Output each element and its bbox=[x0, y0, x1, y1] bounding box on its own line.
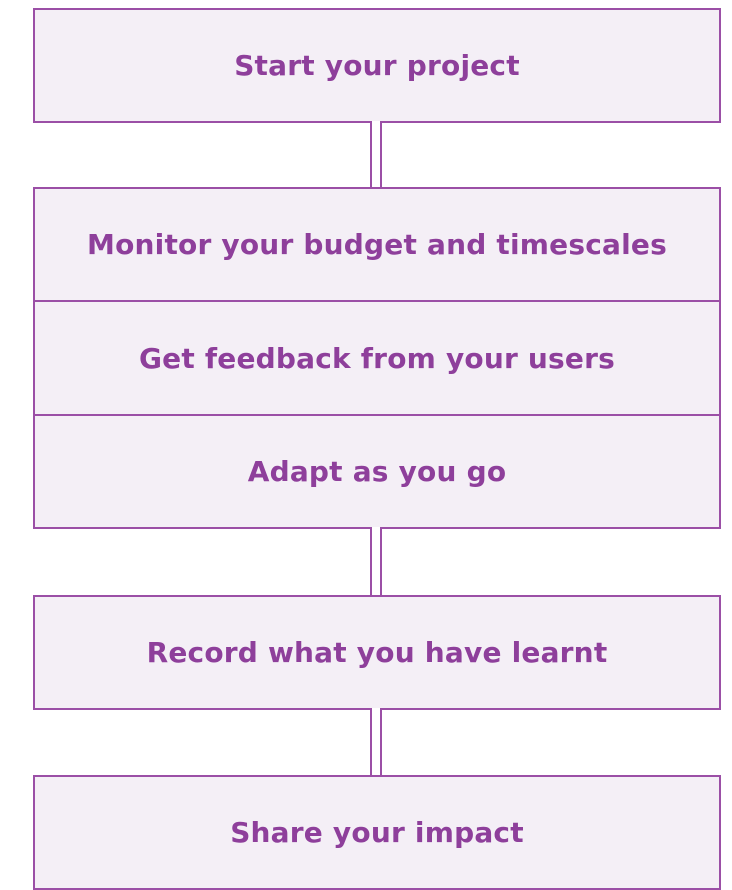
connector-line bbox=[370, 708, 382, 777]
step-label: Monitor your budget and timescales bbox=[87, 228, 667, 261]
step-adapt: Adapt as you go bbox=[33, 414, 721, 529]
step-label: Start your project bbox=[234, 49, 520, 82]
step-label: Adapt as you go bbox=[247, 455, 507, 488]
step-monitor-budget: Monitor your budget and timescales bbox=[33, 187, 721, 302]
connector-line bbox=[370, 527, 382, 597]
step-share-impact: Share your impact bbox=[33, 775, 721, 890]
step-get-feedback: Get feedback from your users bbox=[33, 300, 721, 416]
step-label: Get feedback from your users bbox=[138, 341, 615, 375]
step-label: Share your impact bbox=[230, 816, 524, 849]
step-start-project: Start your project bbox=[33, 8, 721, 123]
step-record-learnings: Record what you have learnt bbox=[33, 595, 721, 710]
step-label: Record what you have learnt bbox=[146, 636, 608, 669]
connector-line bbox=[370, 121, 382, 189]
